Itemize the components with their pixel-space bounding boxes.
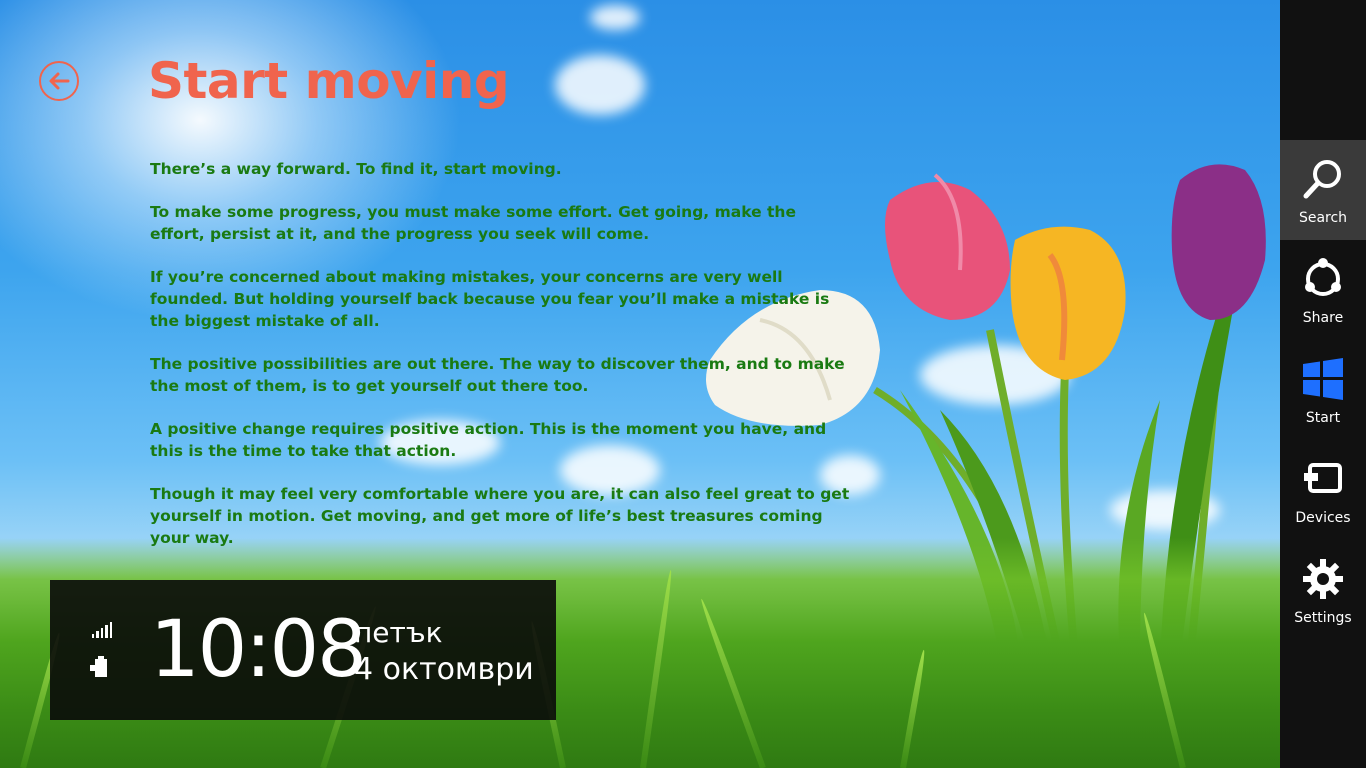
charm-settings[interactable]: Settings [1280, 540, 1366, 640]
charm-label: Share [1302, 310, 1344, 326]
clock-day: петък [354, 616, 443, 649]
charm-share[interactable]: Share [1280, 240, 1366, 340]
signal-strength-icon [92, 622, 113, 638]
charm-start[interactable]: Start [1280, 340, 1366, 440]
back-arrow-icon [49, 72, 70, 90]
paragraph: If you’re concerned about making mistake… [150, 268, 830, 330]
paragraph: Though it may feel very comfortable wher… [150, 485, 850, 547]
charm-label: Search [1298, 210, 1348, 226]
gear-icon [1303, 559, 1343, 599]
windows-logo-icon [1303, 358, 1343, 400]
charms-bar: Search Share Start Devices Settings [1280, 0, 1366, 768]
charm-label: Settings [1294, 610, 1352, 626]
devices-icon [1304, 463, 1342, 493]
clock-time: 10:08 [150, 605, 367, 695]
paragraph: To make some progress, you must make som… [150, 203, 796, 243]
search-icon [1303, 160, 1341, 199]
back-button[interactable] [39, 61, 79, 101]
clock-overlay: 10:08 петък 4 октомври [50, 580, 556, 720]
clock-date: 4 октомври [354, 652, 534, 687]
share-icon [1305, 258, 1341, 296]
paragraph: The positive possibilities are out there… [150, 355, 845, 395]
charm-devices[interactable]: Devices [1280, 440, 1366, 540]
paragraph: There’s a way forward. To find it, start… [150, 160, 562, 178]
charm-search[interactable]: Search [1280, 140, 1366, 240]
article-body: There’s a way forward. To find it, start… [150, 158, 850, 570]
charm-label: Devices [1295, 510, 1351, 526]
charm-label: Start [1305, 410, 1341, 426]
paragraph: A positive change requires positive acti… [150, 420, 827, 460]
page-title: Start moving [148, 52, 510, 110]
battery-charging-icon [90, 656, 108, 678]
